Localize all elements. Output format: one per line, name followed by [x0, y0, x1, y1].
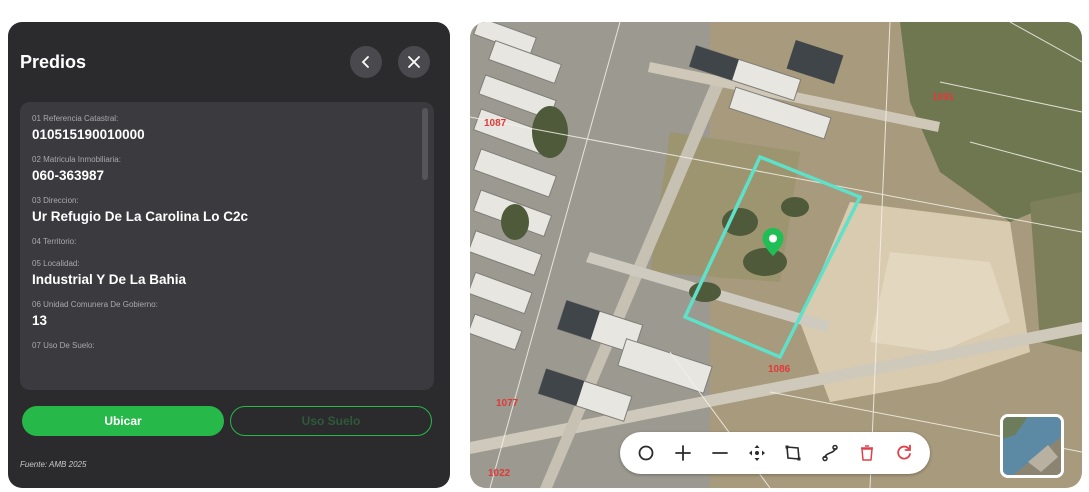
parcel-label: 1087 [484, 118, 507, 129]
field-localidad: 05 Localidad: Industrial Y De La Bahia [32, 259, 412, 288]
field-value: 060-363987 [32, 168, 105, 183]
field-referencia-catastral: 01 Referencia Catastral: 010515190010000 [32, 114, 412, 143]
panel-title: Predios [20, 52, 87, 72]
field-label: 07 Uso De Suelo: [32, 341, 95, 349]
field-label: 06 Unidad Comunera De Gobierno: [32, 300, 158, 309]
field-value: Industrial Y De La Bahia [32, 272, 187, 287]
route-icon [822, 444, 838, 462]
top-strip [0, 0, 1089, 14]
trash-icon [860, 445, 873, 461]
parcel-label: 1086 [768, 364, 791, 375]
property-info-card[interactable]: 01 Referencia Catastral: 010515190010000… [20, 102, 434, 390]
back-button[interactable] [350, 46, 382, 78]
field-territorio: 04 Territorio: [32, 237, 412, 247]
parcel-label: 1091 [932, 92, 955, 103]
zoom-out-icon [711, 452, 728, 454]
minimap-imagery [1003, 417, 1061, 475]
zoom-in-icon [675, 445, 692, 461]
predios-panel: Predios 01 Referencia Catastral: 0105151… [8, 22, 450, 488]
field-unidad-comunera: 06 Unidad Comunera De Gobierno: 13 [32, 300, 412, 329]
polygon-icon [785, 445, 801, 461]
field-direccion: 03 Direccion: Ur Refugio De La Carolina … [32, 196, 412, 225]
field-label: 03 Direccion: [32, 196, 79, 205]
draw-route-tool[interactable] [816, 439, 844, 467]
ubicar-button[interactable]: Ubicar [22, 406, 224, 436]
satellite-map[interactable]: 1091 1087 1086 1077 1022 [470, 22, 1082, 488]
close-icon [408, 56, 420, 68]
zoom-out-tool[interactable] [706, 439, 734, 467]
chevron-left-icon [361, 56, 369, 68]
parcel-label: 1022 [488, 468, 511, 479]
source-footer: Fuente: AMB 2025 [20, 460, 87, 469]
map-toolbar [620, 432, 930, 474]
field-label: 05 Localidad: [32, 259, 80, 268]
field-value: Ur Refugio De La Carolina Lo C2c [32, 209, 249, 224]
refresh-icon [896, 444, 911, 460]
delete-tool[interactable] [853, 439, 881, 467]
draw-circle-tool[interactable] [632, 439, 660, 467]
reset-tool[interactable] [890, 439, 918, 467]
circle-icon [638, 445, 654, 461]
draw-polygon-tool[interactable] [779, 439, 807, 467]
field-uso-de-suelo: 07 Uso De Suelo: [32, 341, 412, 349]
scrollbar[interactable] [422, 108, 428, 180]
field-label: 04 Territorio: [32, 237, 77, 246]
field-value: 13 [32, 313, 48, 328]
parcel-label: 1077 [496, 398, 519, 409]
field-value: 010515190010000 [32, 127, 145, 142]
zoom-in-tool[interactable] [669, 439, 697, 467]
close-button[interactable] [398, 46, 430, 78]
overview-minimap[interactable] [1000, 414, 1064, 478]
location-marker-icon[interactable] [761, 227, 785, 257]
uso-suelo-button[interactable]: Uso Suelo [230, 406, 432, 436]
field-label: 02 Matricula Inmobiliaria: [32, 155, 121, 164]
field-label: 01 Referencia Catastral: [32, 114, 119, 123]
pan-tool[interactable] [743, 439, 771, 467]
move-icon [748, 445, 765, 461]
field-matricula-inmobiliaria: 02 Matricula Inmobiliaria: 060-363987 [32, 155, 412, 184]
